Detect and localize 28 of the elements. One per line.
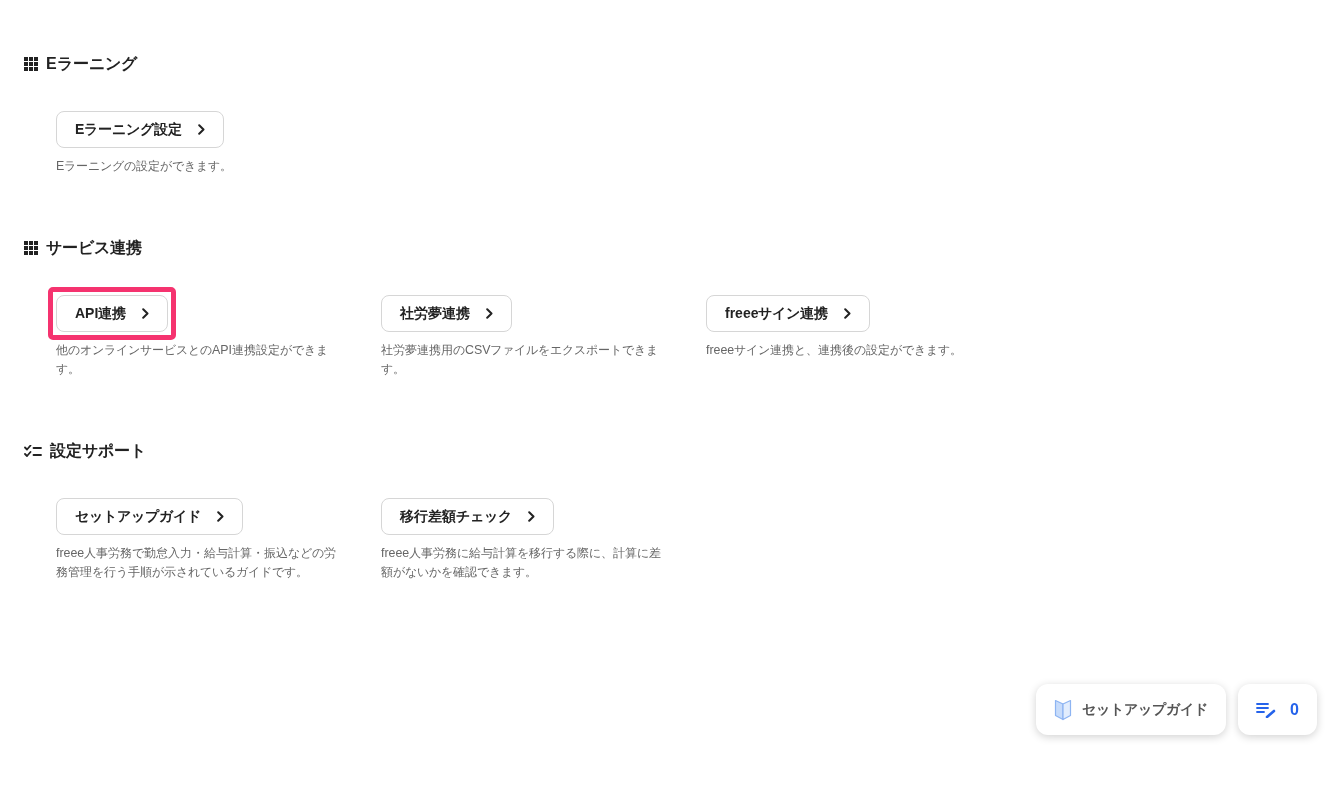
- item-description: Eラーニングの設定ができます。: [56, 158, 234, 175]
- chevron-right-icon: [486, 308, 493, 319]
- item-description: 社労夢連携用のCSVファイルをエクスポートできます。: [381, 342, 660, 378]
- grid-icon: [24, 241, 38, 255]
- chevron-right-icon: [528, 511, 535, 522]
- chevron-right-icon: [142, 308, 150, 319]
- item-description: freee人事労務で勤怠入力・給与計算・振込などの労務管理を行う手順が示されているガイドです。: [56, 545, 338, 581]
- item-description: freeeサイン連携と、連携後の設定ができます。: [706, 342, 964, 359]
- setup-guide-button[interactable]: セットアップガイド: [1036, 684, 1227, 735]
- settings-link-button[interactable]: 社労夢連携: [381, 295, 512, 332]
- settings-link-button[interactable]: API連携: [56, 295, 169, 332]
- section-heading: Eラーニング: [46, 54, 137, 74]
- grid-icon: [24, 57, 38, 71]
- notes-button[interactable]: 0: [1238, 684, 1317, 735]
- section-heading: サービス連携: [46, 238, 142, 258]
- chevron-right-icon: [844, 308, 852, 319]
- chevron-right-icon: [217, 511, 224, 522]
- settings-link-button[interactable]: freeeサイン連携: [706, 295, 871, 332]
- settings-link-button[interactable]: 移行差額チェック: [381, 498, 554, 535]
- section-heading: 設定サポート: [50, 441, 146, 461]
- item-description: freee人事労務に給与計算を移行する際に、計算に差額がないかを確認できます。: [381, 545, 663, 581]
- list-edit-icon: [1256, 701, 1277, 718]
- chevron-right-icon: [198, 124, 206, 135]
- book-icon: [1054, 698, 1073, 721]
- settings-link-button[interactable]: Eラーニング設定: [56, 111, 225, 148]
- item-description: 他のオンラインサービスとのAPI連携設定ができます。: [56, 342, 329, 378]
- checklist-icon: [24, 444, 42, 458]
- settings-link-button[interactable]: セットアップガイド: [56, 498, 243, 535]
